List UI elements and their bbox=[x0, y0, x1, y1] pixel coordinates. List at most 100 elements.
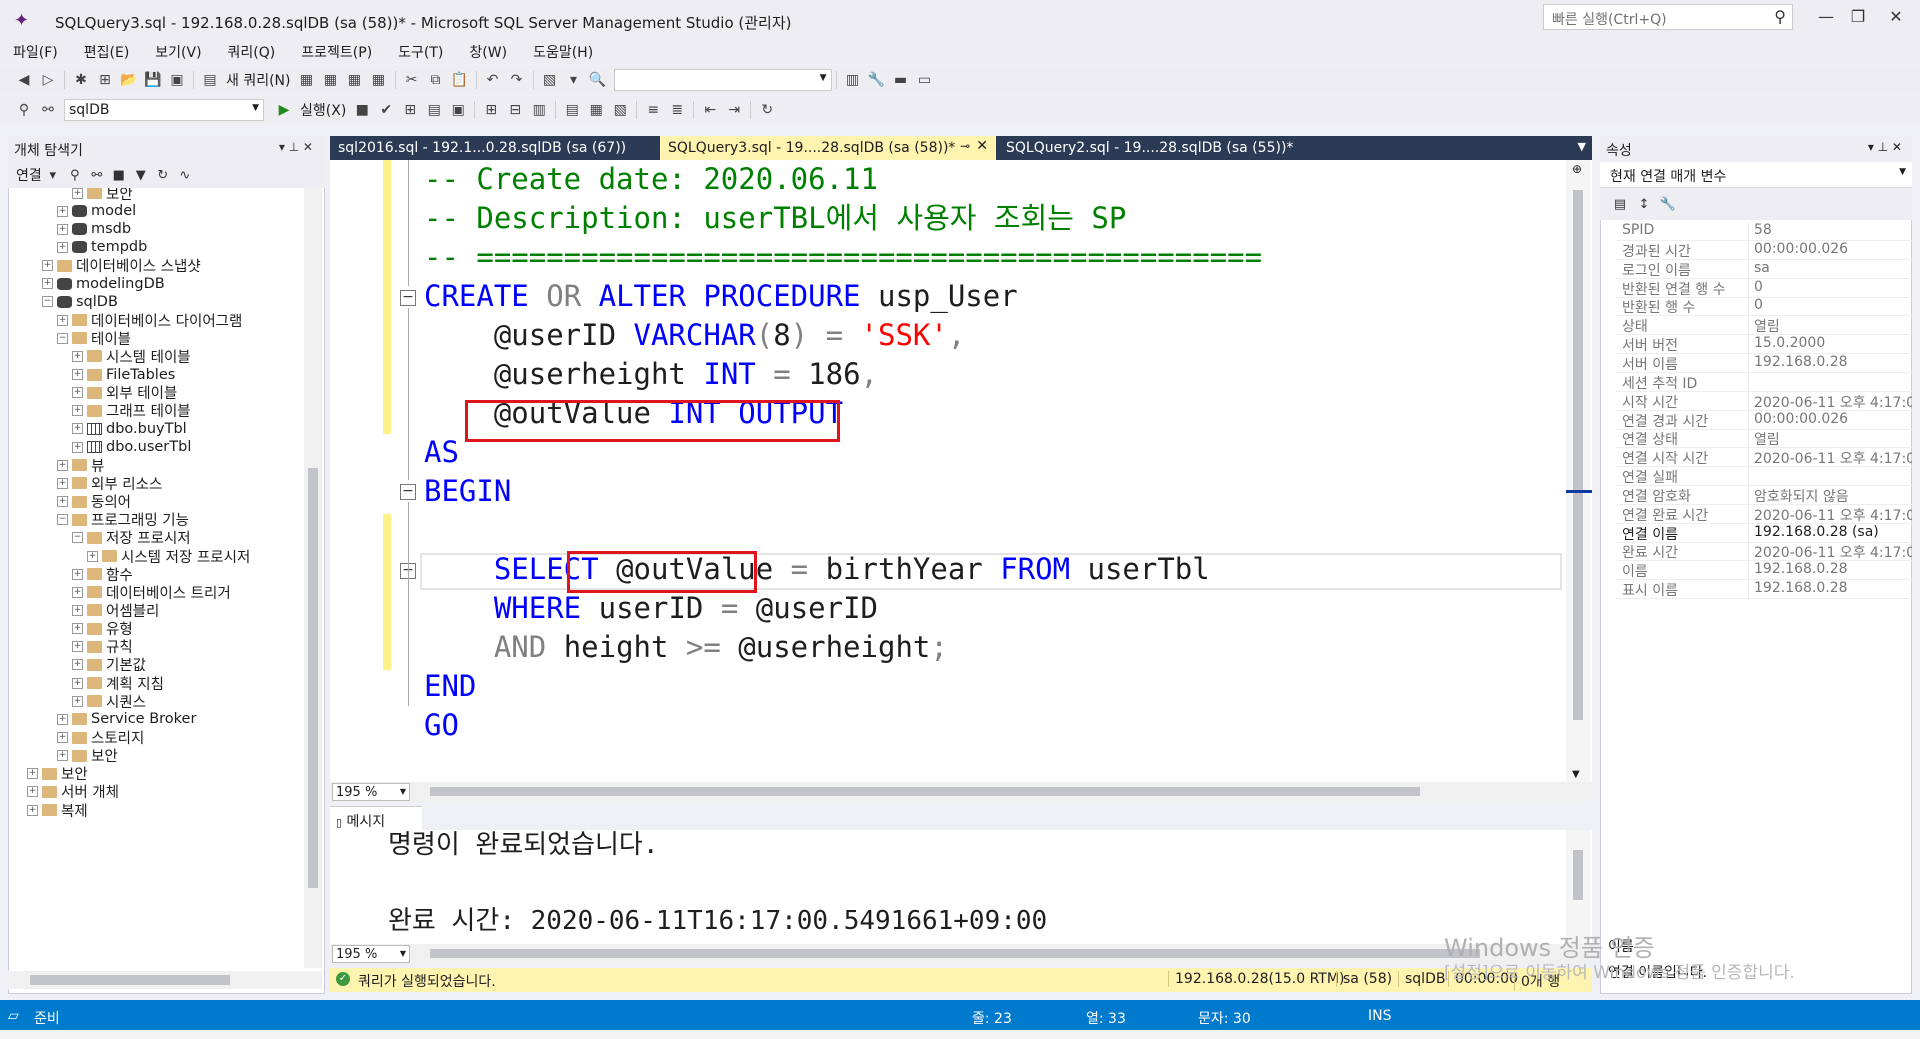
expand-icon[interactable]: + bbox=[72, 586, 83, 598]
categorized-icon[interactable]: ▤ bbox=[1608, 197, 1632, 212]
code-line[interactable]: -- Create date: 2020.06.11 bbox=[424, 160, 1262, 199]
code-line[interactable]: SELECT @outValue = birthYear FROM userTb… bbox=[424, 550, 1262, 589]
toolbox-icon[interactable]: ▬ bbox=[889, 69, 913, 91]
dmx-query-icon[interactable]: ▦ bbox=[319, 69, 343, 91]
intellisense-icon[interactable]: ▣ bbox=[446, 99, 470, 121]
properties-tool-icon[interactable]: 🔧 bbox=[865, 69, 889, 91]
open-file-icon[interactable]: 📂 bbox=[117, 69, 141, 91]
code-line[interactable]: -- =====================================… bbox=[424, 238, 1262, 277]
collapse-icon[interactable]: − bbox=[42, 296, 53, 308]
code-line[interactable]: BEGIN bbox=[424, 472, 1262, 511]
messages-hscroll[interactable] bbox=[430, 949, 1480, 958]
expand-icon[interactable]: + bbox=[72, 695, 83, 707]
expand-icon[interactable]: + bbox=[72, 387, 83, 399]
expand-icon[interactable]: + bbox=[27, 804, 38, 816]
collapse-icon[interactable]: − bbox=[57, 514, 68, 526]
expand-icon[interactable]: + bbox=[57, 314, 68, 326]
scroll-thumb[interactable] bbox=[430, 787, 1420, 796]
mdx-query-icon[interactable]: ▦ bbox=[295, 69, 319, 91]
property-row[interactable]: 경과된 시간 00:00:00.026 bbox=[1616, 240, 1912, 260]
properties-object-select[interactable]: 현재 연결 매개 변수 ▼ bbox=[1600, 162, 1912, 188]
editor-vscroll[interactable]: ⊕ ▼ bbox=[1566, 160, 1590, 782]
tree-node[interactable]: + 복제 bbox=[27, 799, 88, 821]
new-query-icon[interactable]: ▤ bbox=[198, 69, 222, 91]
code-line[interactable]: @userheight INT = 186, bbox=[424, 355, 1262, 394]
expand-icon[interactable]: + bbox=[42, 278, 53, 290]
scroll-thumb[interactable] bbox=[30, 975, 230, 985]
expand-icon[interactable]: + bbox=[72, 369, 83, 380]
split-icon[interactable]: ⊕ bbox=[1572, 162, 1582, 176]
expand-icon[interactable]: + bbox=[87, 550, 98, 562]
uncomment-icon[interactable]: ≣ bbox=[665, 99, 689, 121]
expand-icon[interactable]: + bbox=[57, 241, 68, 253]
stop-icon[interactable]: ■ bbox=[350, 99, 374, 121]
expand-icon[interactable]: + bbox=[57, 496, 68, 508]
refresh-icon[interactable]: ↻ bbox=[152, 168, 174, 183]
actual-plan-icon[interactable]: ⊞ bbox=[479, 99, 503, 121]
expand-icon[interactable]: + bbox=[72, 604, 83, 616]
expand-icon[interactable]: + bbox=[57, 732, 68, 743]
code-text[interactable]: -- Create date: 2020.06.11 -- Description… bbox=[424, 160, 1262, 745]
disconnect-icon[interactable]: ⚯ bbox=[36, 99, 60, 121]
property-row[interactable]: SPID 58 bbox=[1616, 222, 1912, 241]
property-row[interactable]: 연결 시작 시간 2020-06-11 오후 4:17:00 bbox=[1616, 448, 1912, 468]
property-row[interactable]: 세션 추적 ID bbox=[1616, 372, 1912, 392]
pin-close-icons[interactable]: ▾ ⊥ ✕ bbox=[1868, 140, 1902, 154]
increase-indent-icon[interactable]: ⇥ bbox=[722, 99, 746, 121]
menu-item-1[interactable]: 편집(E) bbox=[71, 40, 143, 64]
scroll-thumb[interactable] bbox=[1573, 850, 1583, 900]
pin-close-icons[interactable]: ▾ ⊥ ✕ bbox=[279, 140, 313, 154]
menu-item-3[interactable]: 쿼리(Q) bbox=[215, 40, 289, 64]
expand-icon[interactable]: + bbox=[57, 205, 68, 217]
expand-icon[interactable]: + bbox=[72, 441, 83, 453]
expand-icon[interactable]: + bbox=[42, 260, 53, 272]
code-line[interactable] bbox=[424, 511, 1262, 550]
menu-item-2[interactable]: 보기(V) bbox=[142, 40, 214, 64]
connect-icon[interactable]: ⚲ bbox=[12, 99, 36, 121]
expand-icon[interactable]: + bbox=[72, 568, 83, 580]
expand-icon[interactable]: + bbox=[27, 768, 38, 780]
copy-icon[interactable]: ⧉ bbox=[424, 69, 448, 91]
expand-icon[interactable]: + bbox=[57, 459, 68, 471]
registered-servers-icon[interactable]: ▥ bbox=[841, 69, 865, 91]
activity-monitor-icon[interactable]: ▧ bbox=[538, 69, 562, 91]
paste-icon[interactable]: 📋 bbox=[448, 69, 472, 91]
filter-icon[interactable]: ▼ bbox=[130, 168, 152, 183]
new-project-icon[interactable]: ✱ bbox=[69, 69, 93, 91]
expand-icon[interactable]: + bbox=[72, 423, 83, 435]
collapse-icon[interactable]: − bbox=[400, 290, 416, 306]
property-row[interactable]: 연결 상태 열림 bbox=[1616, 429, 1912, 449]
expand-icon[interactable]: + bbox=[72, 659, 83, 671]
editor-zoom[interactable]: 195 % ▼ bbox=[332, 783, 410, 801]
expand-icon[interactable]: + bbox=[27, 786, 38, 798]
collapse-icon[interactable]: − bbox=[72, 532, 83, 544]
pin-icon[interactable]: ⊸ bbox=[960, 139, 970, 153]
save-all-icon[interactable]: ▣ bbox=[165, 69, 189, 91]
expand-icon[interactable]: + bbox=[72, 677, 83, 689]
execute-icon[interactable]: ▶ bbox=[272, 99, 296, 121]
results-to-text-icon[interactable]: ▤ bbox=[560, 99, 584, 121]
results-to-file-icon[interactable]: ▧ bbox=[608, 99, 632, 121]
undo-icon[interactable]: ↶ bbox=[481, 69, 505, 91]
specify-values-icon[interactable]: ↻ bbox=[755, 99, 779, 121]
alphabetical-icon[interactable]: ↕ bbox=[1632, 197, 1656, 212]
property-row[interactable]: 서버 버전 15.0.2000 bbox=[1616, 335, 1912, 355]
stop-icon[interactable]: ■ bbox=[108, 168, 130, 183]
property-row[interactable]: 반환된 연결 행 수 0 bbox=[1616, 278, 1912, 298]
scroll-down-icon[interactable]: ▼ bbox=[1572, 769, 1580, 780]
close-window-button[interactable]: ✕ bbox=[1876, 4, 1916, 30]
menu-item-4[interactable]: 프로젝트(P) bbox=[288, 40, 385, 64]
cut-icon[interactable]: ✂ bbox=[400, 69, 424, 91]
messages-zoom[interactable]: 195 % ▼ bbox=[332, 945, 410, 963]
search-icon[interactable]: ⚲ bbox=[1774, 7, 1786, 26]
menu-item-0[interactable]: 파일(F) bbox=[0, 40, 71, 64]
expand-icon[interactable]: + bbox=[57, 750, 68, 762]
results-to-grid-icon[interactable]: ▦ bbox=[584, 99, 608, 121]
tab-sqlquery3[interactable]: SQLQuery3.sql - 19....28.sqlDB (sa (58))… bbox=[660, 136, 996, 160]
expand-icon[interactable]: + bbox=[57, 477, 68, 489]
dax-query-icon[interactable]: ▦ bbox=[367, 69, 391, 91]
property-row[interactable]: 상태 열림 bbox=[1616, 316, 1912, 336]
property-pages-icon[interactable]: 🔧 bbox=[1656, 197, 1680, 212]
add-item-icon[interactable]: ⊞ bbox=[93, 69, 117, 91]
collapse-icon[interactable]: − bbox=[400, 484, 416, 500]
